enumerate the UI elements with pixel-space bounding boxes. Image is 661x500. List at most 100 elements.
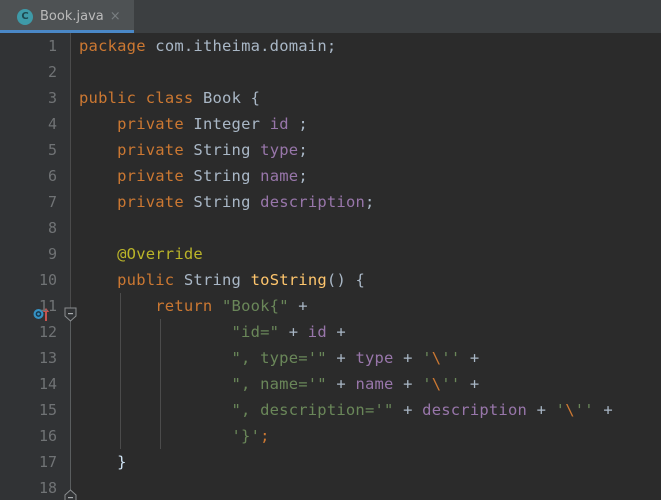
- line-number: 11: [38, 297, 57, 315]
- code-line[interactable]: 10 public String toString() {: [0, 267, 661, 293]
- line-number: 18: [38, 479, 57, 497]
- code-line[interactable]: 7 private String description;: [0, 189, 661, 215]
- line-number: 9: [47, 245, 57, 263]
- code-line[interactable]: 8: [0, 215, 661, 241]
- code-line[interactable]: 6 private String name;: [0, 163, 661, 189]
- code-token: class: [145, 89, 194, 107]
- code-line[interactable]: 16 '}';: [0, 423, 661, 449]
- code-token: private: [117, 193, 184, 211]
- code-text[interactable]: return "Book{" +: [79, 293, 308, 319]
- code-token: id: [307, 323, 327, 341]
- editor-tab-bar: C Book.java ×: [0, 0, 661, 33]
- line-number: 15: [38, 401, 57, 419]
- code-line[interactable]: 17 }: [0, 449, 661, 475]
- code-text[interactable]: @Override: [79, 241, 203, 267]
- code-token: }: [117, 453, 127, 471]
- code-token: type: [355, 349, 394, 367]
- code-token: ", type='": [231, 349, 327, 367]
- line-number: 16: [38, 427, 57, 445]
- code-token: +: [527, 401, 556, 419]
- code-line[interactable]: 14 ", name='" + name + '\'' +: [0, 371, 661, 397]
- code-token: +: [460, 375, 480, 393]
- code-token: String: [193, 167, 251, 185]
- code-token: ", name='": [231, 375, 327, 393]
- code-token: ;: [365, 193, 375, 211]
- code-token: String: [193, 141, 251, 159]
- code-line[interactable]: 1 package com.itheima.domain;: [0, 33, 661, 59]
- code-token: \: [431, 375, 442, 393]
- code-line[interactable]: 5 private String type;: [0, 137, 661, 163]
- code-token: '': [441, 375, 461, 393]
- line-number: 4: [47, 115, 57, 133]
- code-token: name: [355, 375, 394, 393]
- code-line[interactable]: 15 ", description='" + description + '\'…: [0, 397, 661, 423]
- close-icon[interactable]: ×: [110, 10, 121, 23]
- code-line[interactable]: 18: [0, 475, 661, 500]
- code-token: toString: [250, 271, 327, 289]
- code-text[interactable]: package com.itheima.domain;: [79, 33, 336, 59]
- code-token: +: [393, 375, 423, 393]
- code-text[interactable]: public String toString() {: [79, 267, 365, 293]
- code-token: return: [155, 297, 213, 315]
- code-line[interactable]: 11 return "Book{" +: [0, 293, 661, 319]
- line-number: 5: [47, 141, 57, 159]
- line-number: 1: [47, 37, 57, 55]
- code-text[interactable]: private Integer id ;: [79, 111, 308, 137]
- tab-book-java[interactable]: C Book.java ×: [0, 0, 134, 33]
- code-token: ;: [260, 427, 270, 445]
- code-token: +: [460, 349, 480, 367]
- code-token: "Book{": [222, 297, 289, 315]
- code-token: ;: [288, 115, 308, 133]
- line-number: 8: [47, 219, 57, 237]
- code-token: ': [422, 375, 432, 393]
- code-token: public: [117, 271, 175, 289]
- line-number: 17: [38, 453, 57, 471]
- code-text[interactable]: }: [79, 449, 127, 475]
- line-number: 3: [47, 89, 57, 107]
- code-token: +: [393, 401, 423, 419]
- code-line[interactable]: 9 @Override: [0, 241, 661, 267]
- code-text[interactable]: "id=" + id +: [79, 319, 346, 345]
- code-text[interactable]: ", description='" + description + '\'' +: [79, 397, 613, 423]
- code-line[interactable]: 12 "id=" + id +: [0, 319, 661, 345]
- code-text[interactable]: public class Book {: [79, 85, 260, 111]
- code-text[interactable]: ", name='" + name + '\'' +: [79, 371, 480, 397]
- java-class-icon: C: [17, 8, 33, 25]
- code-token: package: [79, 37, 146, 55]
- code-text[interactable]: private String name;: [79, 163, 308, 189]
- code-token: description: [260, 193, 366, 211]
- code-text[interactable]: ", type='" + type + '\'' +: [79, 345, 480, 371]
- code-lines[interactable]: 1 package com.itheima.domain; 2 3 public cla…: [0, 33, 661, 500]
- code-line[interactable]: 2: [0, 59, 661, 85]
- code-token: {: [241, 89, 261, 107]
- tab-label: Book.java: [40, 9, 104, 24]
- code-line[interactable]: 3 public class Book {: [0, 85, 661, 111]
- code-token: ;: [298, 141, 308, 159]
- code-token: ", description='": [231, 401, 394, 419]
- code-token: \: [431, 349, 442, 367]
- code-line[interactable]: 4 private Integer id ;: [0, 111, 661, 137]
- code-token: '': [574, 401, 594, 419]
- code-line[interactable]: 13 ", type='" + type + '\'' +: [0, 345, 661, 371]
- code-text[interactable]: private String description;: [79, 189, 375, 215]
- line-number: 14: [38, 375, 57, 393]
- code-text[interactable]: '}';: [79, 423, 270, 449]
- code-editor[interactable]: 1 package com.itheima.domain; 2 3 public cla…: [0, 33, 661, 500]
- line-number: 10: [38, 271, 57, 289]
- code-text[interactable]: private String type;: [79, 137, 308, 163]
- code-token: +: [593, 401, 613, 419]
